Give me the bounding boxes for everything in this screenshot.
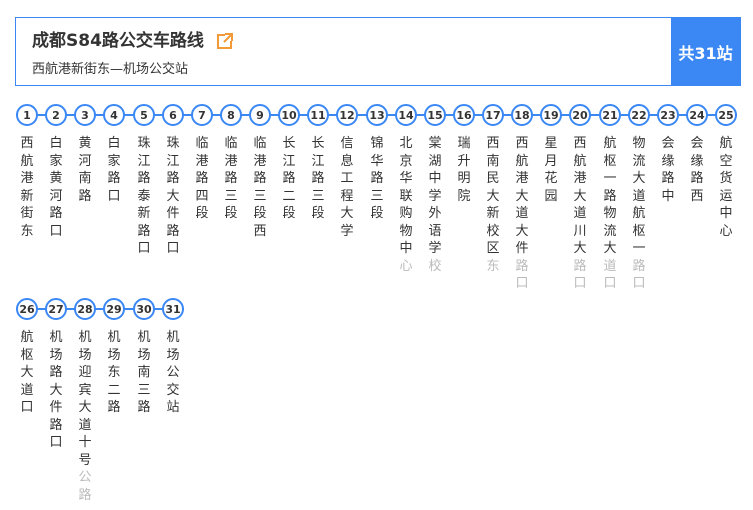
- stop-name: 白家黄河路口: [49, 136, 63, 239]
- stop-number: 19: [540, 104, 562, 126]
- stop-item[interactable]: 31 机场公交站: [162, 298, 184, 417]
- stop-name: 机场公交站: [166, 330, 180, 415]
- stop-name: 机场东二路: [107, 330, 121, 415]
- stop-name: 信息工程大学: [340, 136, 354, 239]
- stop-name: 珠江路大件路口: [166, 136, 180, 256]
- stop-item[interactable]: 29 机场东二路: [103, 298, 125, 417]
- stop-number: 13: [366, 104, 388, 126]
- stop-number: 24: [686, 104, 708, 126]
- stop-item[interactable]: 24 会缘路西: [686, 104, 708, 205]
- stop-number: 17: [482, 104, 504, 126]
- stop-count-badge: 共31站: [671, 18, 740, 85]
- stop-item[interactable]: 10 长江路二段: [278, 104, 300, 223]
- stop-item[interactable]: 11 长江路三段: [307, 104, 329, 223]
- stop-number: 15: [424, 104, 446, 126]
- stop-name: 临港路三段: [224, 136, 238, 221]
- stop-item[interactable]: 17 西南民大新校区东: [482, 104, 504, 275]
- stop-name: 物流大道航枢一路口: [632, 136, 646, 291]
- stop-number: 29: [103, 298, 125, 320]
- stop-number: 6: [162, 104, 184, 126]
- stop-number: 30: [133, 298, 155, 320]
- stop-item[interactable]: 3 黄河南路: [74, 104, 96, 205]
- stop-item[interactable]: 28 机场迎宾大道十号公路: [74, 298, 96, 504]
- stop-name: 航枢大道口: [20, 330, 34, 415]
- stop-name: 西航港大道川大路口: [573, 136, 587, 291]
- stop-name: 长江路三段: [311, 136, 325, 221]
- stop-name: 会缘路中: [661, 136, 675, 204]
- stop-number: 21: [599, 104, 621, 126]
- external-link-icon[interactable]: [216, 32, 234, 50]
- stop-item[interactable]: 9 临港路三段西: [249, 104, 271, 240]
- stop-item[interactable]: 6 珠江路大件路口: [162, 104, 184, 258]
- stop-name: 棠湖中学外语学校: [428, 136, 442, 274]
- stop-name: 西南民大新校区东: [486, 136, 500, 274]
- stop-number: 14: [395, 104, 417, 126]
- stop-name: 锦华路三段: [370, 136, 384, 221]
- stop-name: 西航港大道大件路口: [515, 136, 529, 291]
- stop-item[interactable]: 20 西航港大道川大路口: [569, 104, 591, 293]
- stop-name: 机场迎宾大道十号公路: [78, 330, 92, 503]
- stop-number: 8: [220, 104, 242, 126]
- stop-number: 4: [103, 104, 125, 126]
- stop-number: 25: [715, 104, 737, 126]
- route-title: 成都S84路公交车路线: [32, 31, 204, 51]
- stop-name: 机场南三路: [137, 330, 151, 415]
- stop-item[interactable]: 21 航枢一路物流大道口: [599, 104, 621, 293]
- stop-name: 航空货运中心: [719, 136, 733, 239]
- stop-item[interactable]: 19 星月花园: [540, 104, 562, 205]
- stop-item[interactable]: 8 临港路三段: [220, 104, 242, 223]
- stop-number: 26: [16, 298, 38, 320]
- stop-item[interactable]: 30 机场南三路: [133, 298, 155, 417]
- stop-number: 27: [45, 298, 67, 320]
- stop-number: 22: [628, 104, 650, 126]
- stop-number: 11: [307, 104, 329, 126]
- stop-name: 白家路口: [107, 136, 121, 204]
- stop-item[interactable]: 5 珠江路泰新路口: [133, 104, 155, 258]
- stop-number: 31: [162, 298, 184, 320]
- stop-number: 9: [249, 104, 271, 126]
- stop-item[interactable]: 2 白家黄河路口: [45, 104, 67, 240]
- stop-number: 20: [569, 104, 591, 126]
- stop-number: 12: [336, 104, 358, 126]
- stop-number: 1: [16, 104, 38, 126]
- stop-name: 临港路三段西: [253, 136, 267, 239]
- stop-item[interactable]: 12 信息工程大学: [336, 104, 358, 240]
- stop-item[interactable]: 1 西航港新街东: [16, 104, 38, 240]
- stop-number: 23: [657, 104, 679, 126]
- stop-name: 长江路二段: [282, 136, 296, 221]
- stop-name: 北京华联购物中心: [399, 136, 413, 274]
- stop-item[interactable]: 23 会缘路中: [657, 104, 679, 205]
- stop-number: 28: [74, 298, 96, 320]
- stop-name: 西航港新街东: [20, 136, 34, 239]
- stop-number: 3: [74, 104, 96, 126]
- stop-name: 航枢一路物流大道口: [603, 136, 617, 291]
- stop-item[interactable]: 4 白家路口: [103, 104, 125, 205]
- route-header-card: 成都S84路公交车路线 西航港新街东—机场公交站 共31站: [15, 17, 741, 86]
- stop-number: 16: [453, 104, 475, 126]
- stop-name: 瑞升明院: [457, 136, 471, 204]
- stop-name: 珠江路泰新路口: [137, 136, 151, 256]
- stop-number: 5: [133, 104, 155, 126]
- stop-item[interactable]: 7 临港路四段: [191, 104, 213, 223]
- stop-name: 临港路四段: [195, 136, 209, 221]
- stop-item[interactable]: 14 北京华联购物中心: [395, 104, 417, 275]
- stop-item[interactable]: 22 物流大道航枢一路口: [628, 104, 650, 293]
- stop-item[interactable]: 26 航枢大道口: [16, 298, 38, 417]
- stop-number: 10: [278, 104, 300, 126]
- stop-name: 黄河南路: [78, 136, 92, 204]
- stop-item[interactable]: 13 锦华路三段: [366, 104, 388, 223]
- stop-name: 机场路大件路口: [49, 330, 63, 450]
- route-subtitle: 西航港新街东—机场公交站: [32, 62, 189, 77]
- stop-number: 7: [191, 104, 213, 126]
- stop-number: 18: [511, 104, 533, 126]
- stop-item[interactable]: 25 航空货运中心: [715, 104, 737, 240]
- stop-name: 星月花园: [544, 136, 558, 204]
- stop-number: 2: [45, 104, 67, 126]
- stop-row: [16, 308, 184, 332]
- stop-item[interactable]: 18 西航港大道大件路口: [511, 104, 533, 293]
- stop-item[interactable]: 15 棠湖中学外语学校: [424, 104, 446, 275]
- stop-name: 会缘路西: [690, 136, 704, 204]
- stop-item[interactable]: 27 机场路大件路口: [45, 298, 67, 452]
- stop-item[interactable]: 16 瑞升明院: [453, 104, 475, 205]
